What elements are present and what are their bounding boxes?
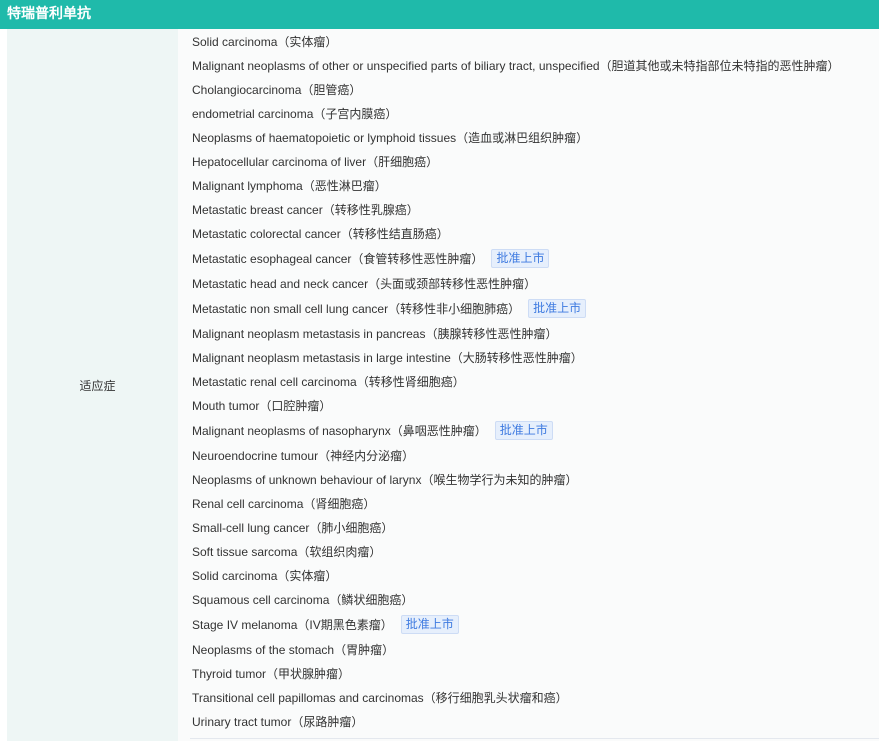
indication-text: Neuroendocrine tumour（神经内分泌瘤） bbox=[192, 448, 415, 463]
indications-label: 适应症 bbox=[79, 378, 116, 393]
divider bbox=[190, 738, 879, 739]
indication-item: Neoplasms of unknown behaviour of larynx… bbox=[192, 467, 879, 491]
indication-item: Metastatic esophageal cancer（食管转移性恶性肿瘤） 批… bbox=[192, 245, 879, 271]
indication-text: Solid carcinoma（实体瘤） bbox=[192, 568, 338, 583]
indication-item: Neuroendocrine tumour（神经内分泌瘤） bbox=[192, 443, 879, 467]
indication-text: Malignant neoplasm metastasis in pancrea… bbox=[192, 326, 558, 341]
indication-text: Soft tissue sarcoma（软组织肉瘤） bbox=[192, 544, 382, 559]
indication-text: Malignant lymphoma（恶性淋巴瘤） bbox=[192, 178, 387, 193]
indication-item: Solid carcinoma（实体瘤） bbox=[192, 563, 879, 587]
approved-badge: 批准上市 bbox=[400, 614, 459, 634]
indication-text: Mouth tumor（口腔肿瘤） bbox=[192, 398, 332, 413]
indication-item: Metastatic renal cell carcinoma（转移性肾细胞癌） bbox=[192, 369, 879, 393]
indication-text: Neoplasms of the stomach（胃肿瘤） bbox=[192, 642, 395, 657]
indication-item: Metastatic non small cell lung cancer（转移… bbox=[192, 295, 879, 321]
indication-item: Cholangiocarcinoma（胆管癌） bbox=[192, 77, 879, 101]
indication-text: Malignant neoplasm metastasis in large i… bbox=[192, 350, 583, 365]
drug-title-header: 特瑞普利单抗 bbox=[0, 0, 879, 29]
indication-item: Stage IV melanoma（IV期黑色素瘤） 批准上市 bbox=[192, 611, 879, 637]
indication-item: Solid carcinoma（实体瘤） bbox=[192, 29, 879, 53]
indication-text: Thyroid tumor（甲状腺肿瘤） bbox=[192, 666, 351, 681]
indication-text: Stage IV melanoma（IV期黑色素瘤） bbox=[192, 617, 393, 632]
indication-item: Malignant neoplasm metastasis in large i… bbox=[192, 345, 879, 369]
approved-badge: 批准上市 bbox=[494, 420, 553, 440]
indications-list: Solid carcinoma（实体瘤） Malignant neoplasms … bbox=[178, 29, 879, 741]
indication-item: Renal cell carcinoma（肾细胞癌） bbox=[192, 491, 879, 515]
indication-item: Small-cell lung cancer（肺小细胞癌） bbox=[192, 515, 879, 539]
indication-item: Malignant neoplasm metastasis in pancrea… bbox=[192, 321, 879, 345]
indication-text: Renal cell carcinoma（肾细胞癌） bbox=[192, 496, 376, 511]
indication-item: Hepatocellular carcinoma of liver（肝细胞癌） bbox=[192, 149, 879, 173]
indication-text: Metastatic head and neck cancer（头面或颈部转移性… bbox=[192, 276, 537, 291]
indication-text: Malignant neoplasms of nasopharynx（鼻咽恶性肿… bbox=[192, 423, 487, 438]
indication-item: Squamous cell carcinoma（鳞状细胞癌） bbox=[192, 587, 879, 611]
indication-text: Neoplasms of haematopoietic or lymphoid … bbox=[192, 130, 589, 145]
indication-item: Metastatic colorectal cancer（转移性结直肠癌） bbox=[192, 221, 879, 245]
indication-text: Metastatic colorectal cancer（转移性结直肠癌） bbox=[192, 226, 449, 241]
indications-table: 适应症 Solid carcinoma（实体瘤） Malignant neopla… bbox=[0, 29, 879, 741]
indication-text: Urinary tract tumor（尿路肿瘤） bbox=[192, 714, 364, 729]
indication-text: Metastatic breast cancer（转移性乳腺癌） bbox=[192, 202, 419, 217]
indication-item: Urinary tract tumor（尿路肿瘤） bbox=[192, 709, 879, 733]
indication-item: Thyroid tumor（甲状腺肿瘤） bbox=[192, 661, 879, 685]
indication-item: Metastatic breast cancer（转移性乳腺癌） bbox=[192, 197, 879, 221]
indication-item: Malignant lymphoma（恶性淋巴瘤） bbox=[192, 173, 879, 197]
indication-text: Solid carcinoma（实体瘤） bbox=[192, 34, 338, 49]
indication-text: Small-cell lung cancer（肺小细胞癌） bbox=[192, 520, 394, 535]
indication-item: endometrial carcinoma（子宫内膜癌） bbox=[192, 101, 879, 125]
indication-item: Mouth tumor（口腔肿瘤） bbox=[192, 393, 879, 417]
drug-title: 特瑞普利单抗 bbox=[7, 5, 91, 21]
indication-text: Cholangiocarcinoma（胆管癌） bbox=[192, 82, 362, 97]
indication-item: Neoplasms of haematopoietic or lymphoid … bbox=[192, 125, 879, 149]
indications-label-cell: 适应症 bbox=[7, 29, 178, 741]
indication-text: Squamous cell carcinoma（鳞状细胞癌） bbox=[192, 592, 414, 607]
indication-item: Malignant neoplasms of nasopharynx（鼻咽恶性肿… bbox=[192, 417, 879, 443]
indication-text: Transitional cell papillomas and carcino… bbox=[192, 690, 568, 705]
indication-item: Metastatic head and neck cancer（头面或颈部转移性… bbox=[192, 271, 879, 295]
indication-text: Metastatic esophageal cancer（食管转移性恶性肿瘤） bbox=[192, 251, 484, 266]
indication-text: Malignant neoplasms of other or unspecif… bbox=[192, 58, 840, 73]
indication-text: Neoplasms of unknown behaviour of larynx… bbox=[192, 472, 578, 487]
indication-item: Neoplasms of the stomach（胃肿瘤） bbox=[192, 637, 879, 661]
indication-item: Transitional cell papillomas and carcino… bbox=[192, 685, 879, 709]
approved-badge: 批准上市 bbox=[528, 298, 587, 318]
indication-text: endometrial carcinoma（子宫内膜癌） bbox=[192, 106, 398, 121]
indication-text: Hepatocellular carcinoma of liver（肝细胞癌） bbox=[192, 154, 439, 169]
indication-item: Malignant neoplasms of other or unspecif… bbox=[192, 53, 879, 77]
approved-badge: 批准上市 bbox=[491, 248, 550, 268]
indication-text: Metastatic renal cell carcinoma（转移性肾细胞癌） bbox=[192, 374, 465, 389]
indication-item: Soft tissue sarcoma（软组织肉瘤） bbox=[192, 539, 879, 563]
indication-text: Metastatic non small cell lung cancer（转移… bbox=[192, 301, 521, 316]
